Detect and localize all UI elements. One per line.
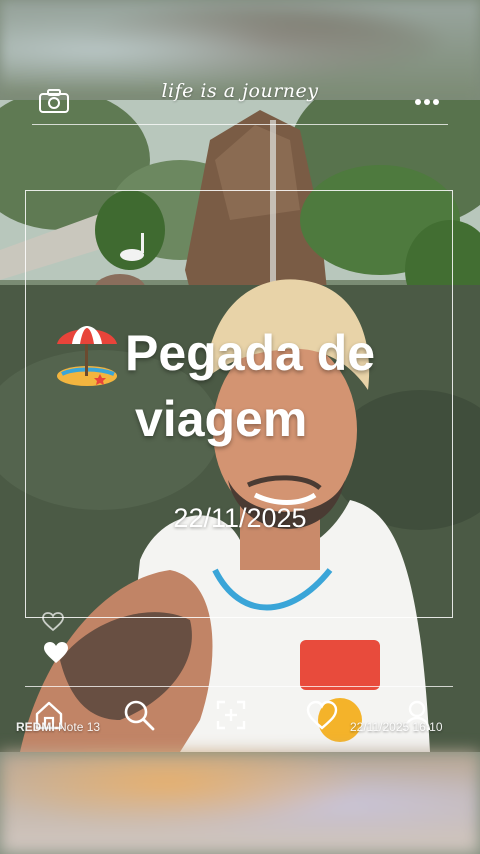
device-watermark: REDMI Note 13 — [16, 720, 100, 734]
device-brand: REDMI — [16, 720, 55, 734]
more-dots-icon[interactable] — [414, 98, 440, 106]
bottom-divider — [25, 686, 453, 687]
heart-nav-icon[interactable] — [305, 698, 339, 732]
date-caption: 22/11/2025 — [173, 503, 307, 533]
headline: Pegada de viagem — [55, 320, 455, 452]
blurred-bottom-background — [0, 752, 480, 854]
device-model: Note 13 — [58, 720, 101, 734]
headline-line2: viagem — [135, 391, 308, 447]
search-icon[interactable] — [122, 698, 156, 732]
heart-icon[interactable] — [43, 641, 69, 665]
headline-line1: Pegada de — [125, 325, 376, 381]
top-divider — [32, 124, 448, 125]
heart-outline-icon[interactable] — [42, 612, 64, 632]
camera-icon[interactable] — [38, 88, 70, 114]
add-square-icon[interactable] — [214, 698, 248, 732]
timestamp-watermark: 22/11/2025 16:10 — [350, 720, 443, 734]
life-journey-caption: life is a journey — [161, 80, 319, 102]
